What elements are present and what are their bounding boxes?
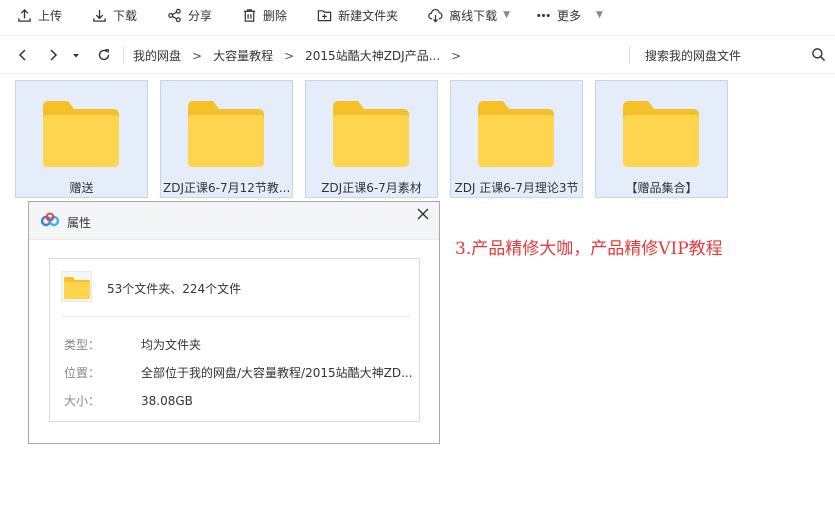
share-label: 分享 bbox=[188, 8, 213, 23]
delete-button[interactable]: 删除 bbox=[242, 0, 287, 30]
chevron-down-icon[interactable]: ▼ bbox=[596, 10, 603, 20]
folder-thumbnail bbox=[61, 271, 92, 302]
property-value: 38.08GB bbox=[141, 394, 193, 408]
folder-icon bbox=[188, 101, 264, 167]
folder-tile[interactable]: ZDJ正课6-7月素材 bbox=[305, 80, 438, 198]
properties-dialog: 属性 53个文件夹、224个文件 类型： 均为文件夹 位置： 全部位于我的网盘/大容… bbox=[28, 201, 440, 444]
breadcrumb-item[interactable]: 大容量教程 bbox=[213, 47, 273, 64]
folder-name: ZDJ正课6-7月素材 bbox=[321, 181, 422, 195]
search-icon[interactable] bbox=[811, 47, 826, 62]
property-key: 位置： bbox=[64, 366, 101, 380]
divider bbox=[629, 46, 630, 64]
folder-name: ZDJ 正课6-7月理论3节 bbox=[454, 181, 579, 195]
dialog-title: 属性 bbox=[67, 216, 92, 230]
upload-button[interactable]: 上传 bbox=[17, 0, 62, 30]
divider bbox=[62, 316, 410, 317]
property-row-type: 类型： 均为文件夹 bbox=[64, 336, 201, 353]
close-icon[interactable] bbox=[417, 208, 429, 220]
chevron-left-icon bbox=[18, 49, 26, 61]
toolbar: 上传 下载 分享 删除 新建文件夹 离线下载 ▼ 更多 ▼ bbox=[0, 0, 835, 30]
search-input[interactable]: 搜索我的网盘文件 bbox=[645, 47, 741, 64]
breadcrumb-separator: > bbox=[284, 48, 295, 63]
download-icon bbox=[93, 9, 106, 22]
folder-tile[interactable]: ZDJ 正课6-7月理论3节 bbox=[450, 80, 583, 198]
breadcrumb-separator: > bbox=[192, 48, 203, 63]
share-button[interactable]: 分享 bbox=[167, 0, 212, 30]
more-label: 更多 bbox=[557, 8, 582, 23]
folder-icon bbox=[478, 101, 554, 167]
folder-icon bbox=[623, 101, 699, 167]
folder-name: ZDJ正课6-7月12节教... bbox=[163, 181, 290, 195]
new-folder-button[interactable]: 新建文件夹 bbox=[317, 0, 398, 30]
navigation-bar: 我的网盘 > 大容量教程 > 2015站酷大神ZDJ产品... > 搜索我的网盘… bbox=[0, 35, 835, 74]
new-folder-label: 新建文件夹 bbox=[338, 8, 399, 23]
offline-download-button[interactable]: 离线下载 ▼ bbox=[428, 0, 510, 30]
cloud-download-icon bbox=[428, 8, 443, 22]
dialog-header: 属性 bbox=[29, 202, 439, 240]
baidu-netdisk-logo-icon bbox=[40, 212, 60, 227]
property-value: 均为文件夹 bbox=[141, 338, 202, 352]
folder-name: 【赠品集合】 bbox=[625, 181, 698, 195]
selection-summary: 53个文件夹、224个文件 bbox=[107, 282, 242, 296]
property-key: 大小： bbox=[64, 394, 101, 408]
folder-name: 赠送 bbox=[69, 181, 94, 195]
download-label: 下载 bbox=[113, 8, 138, 23]
trash-icon bbox=[243, 8, 256, 22]
property-row-location: 位置： 全部位于我的网盘/大容量教程/2015站酷大神ZD... bbox=[64, 364, 413, 381]
upload-icon bbox=[18, 8, 31, 22]
annotation-text: 3.产品精修大咖，产品精修VIP教程 bbox=[455, 239, 723, 259]
divider bbox=[123, 46, 124, 64]
properties-panel: 53个文件夹、224个文件 类型： 均为文件夹 位置： 全部位于我的网盘/大容量教程… bbox=[49, 258, 420, 422]
delete-label: 删除 bbox=[263, 8, 288, 23]
property-row-size: 大小： 38.08GB bbox=[64, 392, 193, 409]
folder-icon bbox=[64, 277, 90, 299]
property-key: 类型： bbox=[64, 338, 101, 352]
refresh-button[interactable] bbox=[96, 47, 112, 63]
history-dropdown[interactable] bbox=[68, 47, 84, 63]
folder-tile[interactable]: 【赠品集合】 bbox=[595, 80, 728, 198]
breadcrumb-item[interactable]: 2015站酷大神ZDJ产品... bbox=[305, 47, 440, 64]
refresh-icon bbox=[98, 49, 110, 61]
new-folder-icon bbox=[317, 9, 332, 21]
property-value: 全部位于我的网盘/大容量教程/2015站酷大神ZD... bbox=[141, 366, 413, 380]
upload-label: 上传 bbox=[38, 8, 63, 23]
back-button[interactable] bbox=[15, 47, 31, 63]
breadcrumb-dropdown[interactable]: > bbox=[451, 49, 461, 63]
breadcrumb: 我的网盘 > 大容量教程 > 2015站酷大神ZDJ产品... > bbox=[133, 36, 472, 75]
folder-icon bbox=[333, 101, 409, 167]
breadcrumb-item[interactable]: 我的网盘 bbox=[133, 47, 181, 64]
download-button[interactable]: 下载 bbox=[92, 0, 137, 30]
offline-download-label: 离线下载 bbox=[449, 8, 498, 23]
chevron-right-icon bbox=[50, 49, 58, 61]
chevron-down-icon[interactable]: ▼ bbox=[503, 10, 510, 20]
folder-tile[interactable]: 赠送 bbox=[15, 80, 148, 198]
folder-icon bbox=[43, 101, 119, 167]
caret-down-icon bbox=[73, 54, 79, 58]
folder-tile[interactable]: ZDJ正课6-7月12节教... bbox=[160, 80, 293, 198]
more-dots-icon bbox=[537, 13, 550, 17]
share-icon bbox=[168, 8, 181, 22]
forward-button[interactable] bbox=[45, 47, 61, 63]
more-button[interactable]: 更多 ▼ bbox=[536, 0, 603, 30]
